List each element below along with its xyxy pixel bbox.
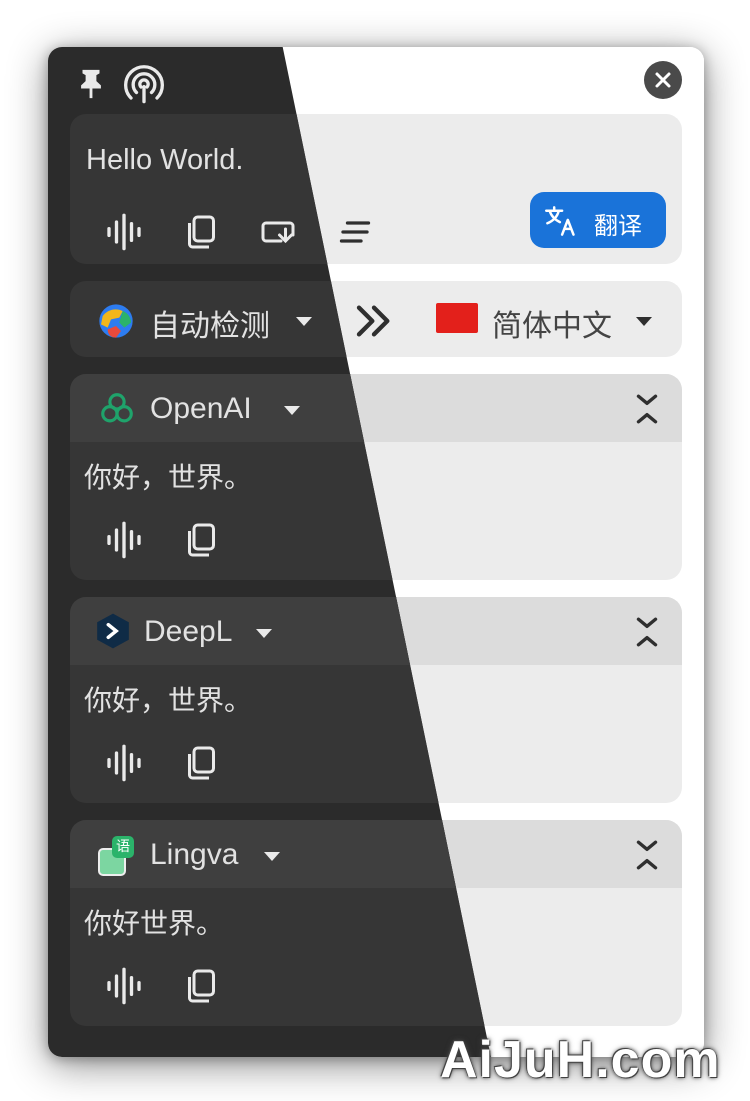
result-text[interactable]: 你好，世界。 (84, 456, 252, 496)
translate-button-label: 翻译 (594, 213, 642, 240)
insert-icon[interactable] (258, 214, 298, 250)
format-icon[interactable] (336, 214, 374, 250)
pin-icon[interactable] (74, 65, 108, 103)
lingva-icon: 语 (98, 836, 134, 876)
close-icon (651, 68, 675, 92)
copy-icon[interactable] (182, 520, 218, 560)
target-language[interactable]: 简体中文 (492, 301, 612, 345)
result-text[interactable]: 你好，世界。 (84, 679, 252, 719)
speaker-icon[interactable] (104, 212, 144, 252)
service-name[interactable]: DeepL (144, 615, 232, 649)
speaker-icon[interactable] (104, 743, 144, 783)
dropdown-icon[interactable] (632, 309, 656, 333)
service-name[interactable]: Lingva (150, 838, 238, 872)
arrow-right-icon[interactable] (354, 301, 394, 341)
service-name[interactable]: OpenAI (150, 392, 252, 426)
copy-icon[interactable] (182, 966, 218, 1006)
collapse-icon[interactable] (630, 392, 664, 426)
source-language[interactable]: 自动检测 (150, 301, 270, 345)
dropdown-icon[interactable] (252, 621, 276, 645)
china-flag-icon (436, 303, 478, 333)
dropdown-icon[interactable] (260, 844, 284, 868)
dropdown-icon[interactable] (292, 309, 316, 333)
copy-icon[interactable] (182, 743, 218, 783)
speaker-icon[interactable] (104, 520, 144, 560)
translate-button[interactable]: 翻译 (530, 192, 666, 248)
auto-detect-icon (96, 301, 136, 341)
copy-icon[interactable] (182, 212, 218, 252)
speaker-icon[interactable] (104, 966, 144, 1006)
collapse-icon[interactable] (630, 838, 664, 872)
dropdown-icon[interactable] (280, 398, 304, 422)
result-text[interactable]: 你好世界。 (84, 902, 224, 942)
watermark: AiJuH.com (440, 1031, 721, 1089)
close-button[interactable] (644, 61, 682, 99)
broadcast-icon[interactable] (124, 65, 164, 105)
deepl-icon (94, 611, 132, 651)
openai-icon (98, 390, 136, 428)
source-text[interactable]: Hello World. (86, 144, 243, 177)
collapse-icon[interactable] (630, 615, 664, 649)
translate-icon (544, 204, 578, 238)
